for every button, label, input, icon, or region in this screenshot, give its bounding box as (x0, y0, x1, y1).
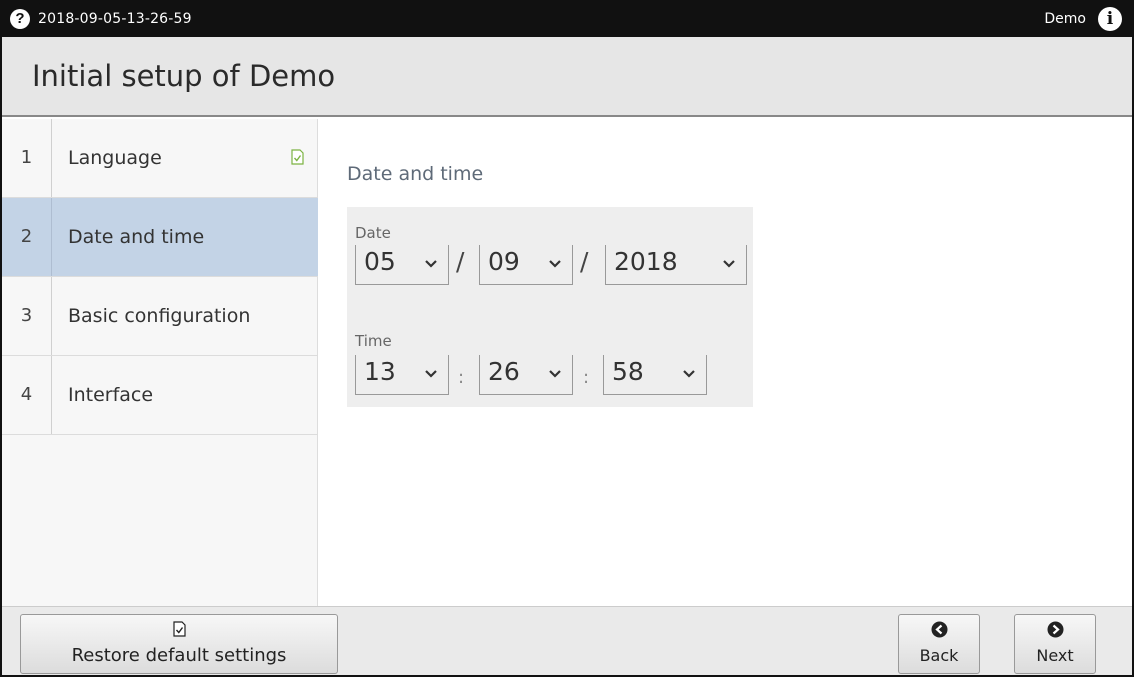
sidebar-item-language[interactable]: 1 Language (2, 119, 318, 198)
app-window: ? 2018-09-05-13-26-59 Demo i Initial set… (0, 0, 1134, 677)
next-button[interactable]: Next (1014, 614, 1096, 674)
step-number: 3 (2, 277, 52, 355)
step-number: 2 (2, 198, 52, 276)
step-number: 4 (2, 356, 52, 434)
date-time-panel: Date 05 / 09 / 2018 Time 13 : 26: 58 (347, 207, 753, 407)
chevron-down-icon (683, 370, 695, 378)
back-button[interactable]: Back (898, 614, 980, 674)
next-button-label: Next (1036, 646, 1074, 665)
document-check-icon (173, 621, 186, 637)
title-bar: Initial setup of Demo (2, 37, 1132, 117)
day-select[interactable]: 05 (355, 245, 449, 285)
day-value: 05 (364, 247, 396, 276)
chevron-down-icon (549, 260, 561, 268)
step-label: Date and time (68, 226, 205, 248)
restore-button-label: Restore default settings (71, 645, 287, 666)
chevron-down-icon (425, 370, 437, 378)
chevron-down-icon (549, 370, 561, 378)
time-label: Time (355, 332, 392, 350)
back-button-label: Back (919, 646, 959, 665)
help-icon[interactable]: ? (10, 9, 30, 29)
minute-select[interactable]: 26 (479, 355, 573, 395)
step-label: Interface (68, 384, 154, 406)
sidebar-item-interface[interactable]: 4 Interface (2, 356, 318, 435)
status-timestamp: 2018-09-05-13-26-59 (38, 11, 192, 27)
page-title: Initial setup of Demo (32, 59, 336, 93)
section-title: Date and time (347, 163, 484, 185)
step-label: Basic configuration (68, 305, 251, 327)
status-user: Demo (1044, 11, 1086, 27)
info-icon[interactable]: i (1098, 7, 1122, 31)
chevron-down-icon (425, 260, 437, 268)
sidebar-item-basic-configuration[interactable]: 3 Basic configuration (2, 277, 318, 356)
date-label: Date (355, 224, 391, 242)
hour-value: 13 (364, 357, 396, 386)
second-select[interactable]: 58 (603, 355, 707, 395)
sidebar-item-date-and-time[interactable]: 2 Date and time (2, 198, 318, 277)
bottom-bar: Restore default settings Back Next (2, 606, 1132, 675)
second-value: 58 (612, 357, 644, 386)
month-select[interactable]: 09 (479, 245, 573, 285)
hour-select[interactable]: 13 (355, 355, 449, 395)
year-select[interactable]: 2018 (605, 245, 747, 285)
arrow-right-circle-icon (1047, 621, 1064, 638)
year-value: 2018 (614, 247, 678, 276)
step-number: 1 (2, 119, 52, 197)
chevron-down-icon (723, 260, 735, 268)
steps-sidebar: 1 Language 2 Date and time 3 Basic confi… (2, 119, 318, 606)
main-content: Date and time Date 05 / 09 / 2018 Time 1… (319, 119, 1132, 606)
step-label: Language (68, 147, 162, 169)
date-separator: / (456, 247, 465, 276)
minute-value: 26 (488, 357, 520, 386)
date-separator: / (580, 247, 589, 276)
month-value: 09 (488, 247, 520, 276)
time-separator: : (458, 367, 465, 388)
time-separator: : (583, 367, 590, 388)
status-bar: ? 2018-09-05-13-26-59 Demo i (2, 2, 1132, 37)
restore-default-settings-button[interactable]: Restore default settings (20, 614, 338, 674)
document-check-icon (291, 149, 304, 165)
arrow-left-circle-icon (931, 621, 948, 638)
